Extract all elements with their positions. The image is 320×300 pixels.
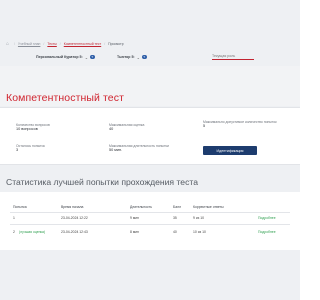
row1-attempt: 1 bbox=[13, 216, 15, 220]
max-score: Максимальная оценка 40 bbox=[109, 123, 145, 132]
row1-correct: 9 из 10 bbox=[193, 216, 204, 220]
col-duration: Длительность bbox=[130, 205, 152, 209]
row2-start: 23-04-2024 12:43 bbox=[61, 230, 88, 234]
stats-title: Статистика лучшей попытки прохождения те… bbox=[6, 177, 198, 187]
curator-selector[interactable]: Персональный Куратор 5: ⌄ ? bbox=[36, 55, 95, 60]
col-start-time: Время начала bbox=[61, 205, 84, 209]
divider bbox=[10, 224, 290, 225]
chevron-down-icon: ⌄ bbox=[136, 54, 140, 60]
row2-score: 40 bbox=[173, 230, 177, 234]
row2-attempt: 2 bbox=[13, 230, 15, 234]
row2-details-link[interactable]: Подробнее bbox=[258, 230, 276, 234]
current-role-selector[interactable]: Текущая роль bbox=[212, 54, 254, 60]
remaining-attempts: Осталось попыток 3 bbox=[16, 144, 45, 153]
role-filter-bar: Персональный Куратор 5: ⌄ ? Тьютор 5: ⌄ … bbox=[0, 50, 300, 64]
row1-details-link[interactable]: Подробнее bbox=[258, 216, 276, 220]
row1-duration: 9 мин bbox=[130, 216, 139, 220]
best-score-badge: (лучшая оценка) bbox=[19, 230, 46, 234]
home-icon[interactable]: ⌂ bbox=[6, 41, 11, 47]
breadcrumb-current: Просмотр bbox=[108, 42, 124, 46]
question-count: Количество вопросов 10 вопросов bbox=[16, 123, 50, 132]
tutor-selector[interactable]: Тьютор 5: ⌄ ? bbox=[117, 55, 147, 60]
help-icon[interactable]: ? bbox=[90, 54, 95, 60]
row1-score: 35 bbox=[173, 216, 177, 220]
chevron-down-icon: ⌄ bbox=[84, 54, 89, 60]
identification-button[interactable]: Идентификация bbox=[203, 146, 257, 155]
attempts-table bbox=[0, 192, 300, 250]
max-attempts: Максимально допустимое количество попыто… bbox=[203, 120, 277, 129]
breadcrumb-competency-test[interactable]: Компетентностный тест bbox=[64, 42, 101, 46]
breadcrumb-study-plan[interactable]: Учебный план bbox=[18, 42, 40, 46]
col-correct: Корректные ответы bbox=[193, 205, 224, 209]
row2-duration: 8 мин bbox=[130, 230, 139, 234]
tutor-label: Тьютор 5: bbox=[117, 55, 135, 59]
col-score: Балл bbox=[173, 205, 182, 209]
divider bbox=[10, 212, 290, 213]
breadcrumb-tests[interactable]: Тесты bbox=[47, 42, 56, 46]
current-role-label: Текущая роль bbox=[212, 54, 236, 58]
test-info-card bbox=[0, 107, 300, 165]
row2-correct: 10 из 10 bbox=[193, 230, 206, 234]
page-title: Компетентностный тест bbox=[6, 92, 125, 104]
max-duration: Максимальная длительность попытки 50 мин… bbox=[109, 144, 169, 153]
row1-start: 23-04-2024 12:22 bbox=[61, 216, 88, 220]
col-attempt: Попытка bbox=[13, 205, 27, 209]
breadcrumb: ⌂ / Учебный план / Тесты / Компетентност… bbox=[6, 40, 124, 47]
help-icon[interactable]: ? bbox=[142, 54, 147, 60]
curator-label: Персональный Куратор 5: bbox=[36, 55, 83, 59]
page: ⌂ / Учебный план / Тесты / Компетентност… bbox=[0, 0, 300, 300]
